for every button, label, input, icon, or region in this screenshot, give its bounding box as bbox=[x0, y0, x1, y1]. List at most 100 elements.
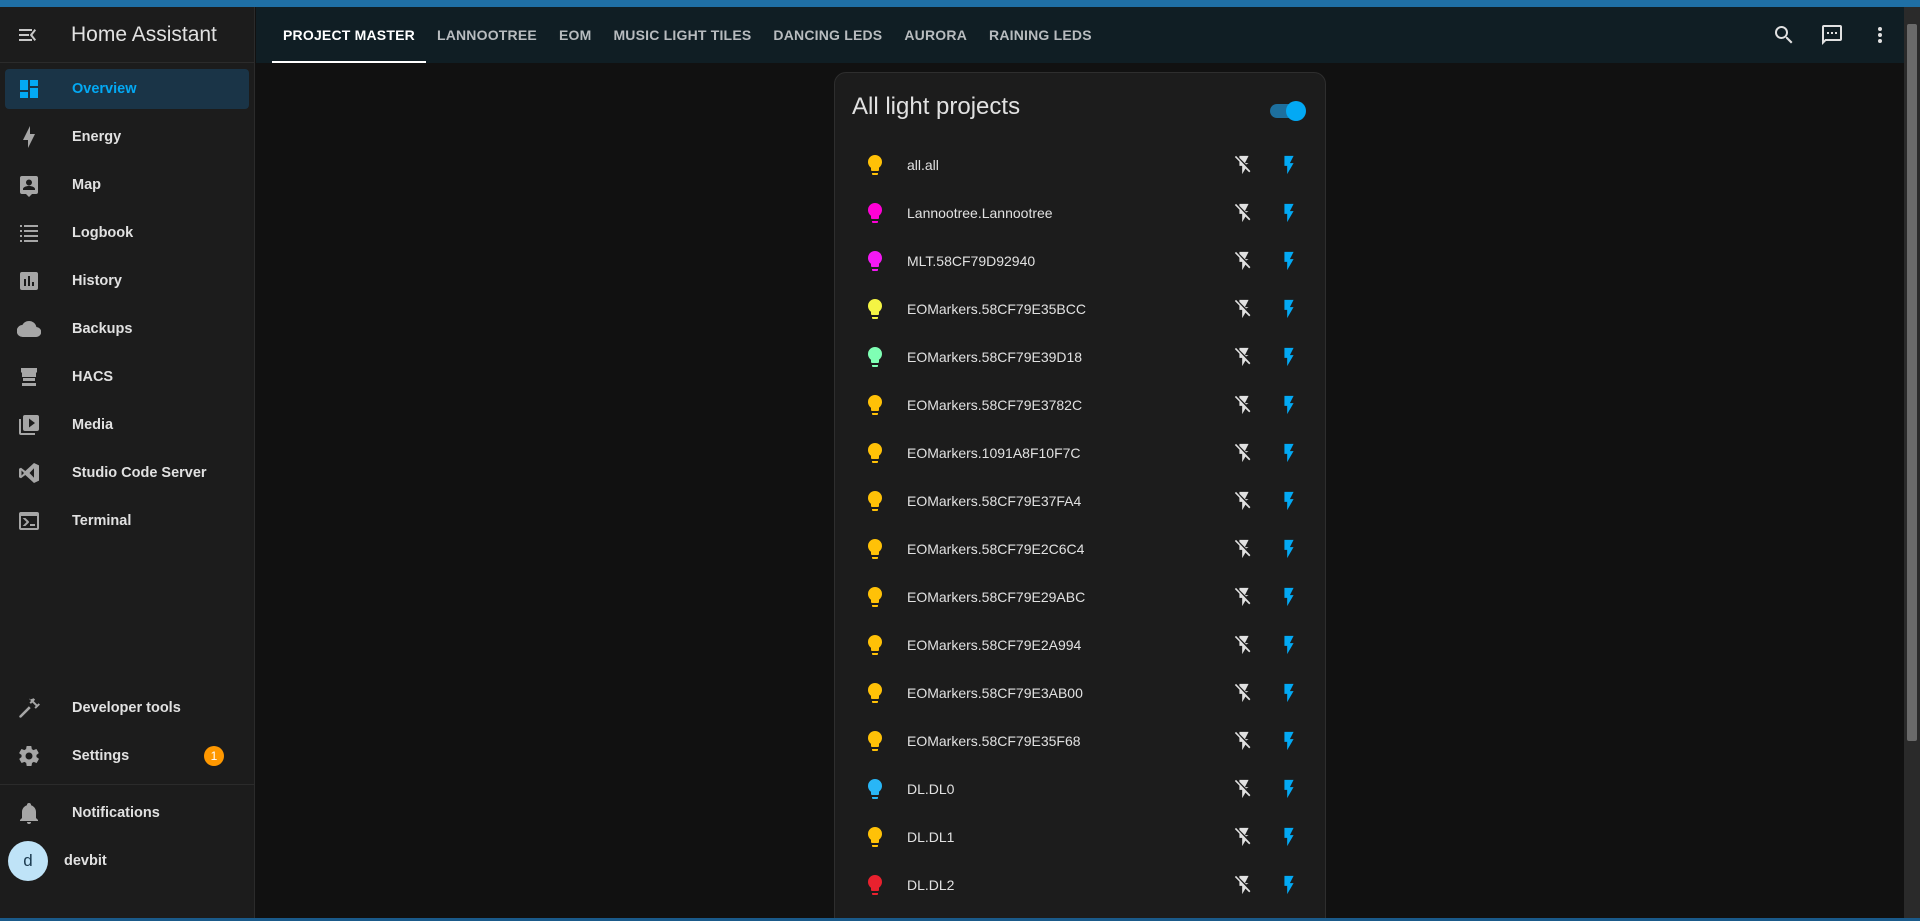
sidebar-item-terminal[interactable]: Terminal bbox=[5, 501, 249, 541]
turn-off-button[interactable] bbox=[1226, 627, 1262, 663]
turn-on-button[interactable] bbox=[1271, 867, 1307, 903]
list-item[interactable]: Lannootree.Lannootree bbox=[835, 189, 1325, 237]
turn-on-button[interactable] bbox=[1271, 723, 1307, 759]
lightbulb-icon[interactable] bbox=[863, 201, 887, 225]
turn-off-button[interactable] bbox=[1226, 243, 1262, 279]
turn-off-button[interactable] bbox=[1226, 435, 1262, 471]
entity-name[interactable]: DL.DL0 bbox=[907, 781, 954, 797]
list-item[interactable]: DL.DL2 bbox=[835, 861, 1325, 909]
entity-name[interactable]: EOMarkers.58CF79E2C6C4 bbox=[907, 541, 1084, 557]
lightbulb-icon[interactable] bbox=[863, 777, 887, 801]
lightbulb-icon[interactable] bbox=[863, 345, 887, 369]
sidebar-item-studio-code-server[interactable]: Studio Code Server bbox=[5, 453, 249, 493]
lightbulb-icon[interactable] bbox=[863, 873, 887, 897]
tab-dancing-leds[interactable]: DANCING LEDS bbox=[762, 7, 893, 63]
turn-off-button[interactable] bbox=[1226, 387, 1262, 423]
turn-off-button[interactable] bbox=[1226, 771, 1262, 807]
list-item[interactable]: MLT.58CF79D92940 bbox=[835, 237, 1325, 285]
list-item[interactable]: EOMarkers.58CF79E3782C bbox=[835, 381, 1325, 429]
entity-name[interactable]: EOMarkers.58CF79E35BCC bbox=[907, 301, 1086, 317]
entity-name[interactable]: EOMarkers.58CF79E29ABC bbox=[907, 589, 1085, 605]
entity-name[interactable]: EOMarkers.58CF79E3AB00 bbox=[907, 685, 1083, 701]
entity-name[interactable]: EOMarkers.58CF79E37FA4 bbox=[907, 493, 1081, 509]
lightbulb-icon[interactable] bbox=[863, 489, 887, 513]
sidebar-item-logbook[interactable]: Logbook bbox=[5, 213, 249, 253]
entity-name[interactable]: EOMarkers.58CF79E39D18 bbox=[907, 349, 1082, 365]
turn-on-button[interactable] bbox=[1271, 147, 1307, 183]
tab-raining-leds[interactable]: RAINING LEDS bbox=[978, 7, 1103, 63]
turn-on-button[interactable] bbox=[1271, 387, 1307, 423]
turn-off-button[interactable] bbox=[1226, 339, 1262, 375]
menu-toggle-icon[interactable] bbox=[0, 7, 56, 63]
tab-eom[interactable]: EOM bbox=[548, 7, 603, 63]
tab-project-master[interactable]: PROJECT MASTER bbox=[272, 7, 426, 63]
entity-name[interactable]: EOMarkers.58CF79E2A994 bbox=[907, 637, 1081, 653]
card-master-toggle[interactable] bbox=[1268, 99, 1306, 123]
entity-name[interactable]: EOMarkers.58CF79E3782C bbox=[907, 397, 1082, 413]
turn-on-button[interactable] bbox=[1271, 627, 1307, 663]
entity-name[interactable]: MLT.58CF79D92940 bbox=[907, 253, 1035, 269]
sidebar-item-map[interactable]: Map bbox=[5, 165, 249, 205]
scrollbar-thumb[interactable] bbox=[1907, 24, 1917, 741]
turn-on-button[interactable] bbox=[1271, 531, 1307, 567]
lightbulb-icon[interactable] bbox=[863, 633, 887, 657]
lightbulb-icon[interactable] bbox=[863, 297, 887, 321]
turn-on-button[interactable] bbox=[1271, 483, 1307, 519]
turn-off-button[interactable] bbox=[1226, 867, 1262, 903]
sidebar-item-hacs[interactable]: HACS bbox=[5, 357, 249, 397]
sidebar-item-developer-tools[interactable]: Developer tools bbox=[5, 688, 249, 728]
entity-name[interactable]: Lannootree.Lannootree bbox=[907, 205, 1053, 221]
sidebar-item-notifications[interactable]: Notifications bbox=[5, 793, 249, 833]
lightbulb-icon[interactable] bbox=[863, 441, 887, 465]
turn-off-button[interactable] bbox=[1226, 723, 1262, 759]
list-item[interactable]: DL.DL0 bbox=[835, 765, 1325, 813]
sidebar-item-history[interactable]: History bbox=[5, 261, 249, 301]
sidebar-item-user[interactable]: d devbit bbox=[5, 841, 249, 881]
turn-off-button[interactable] bbox=[1226, 483, 1262, 519]
lightbulb-icon[interactable] bbox=[863, 249, 887, 273]
turn-off-button[interactable] bbox=[1226, 675, 1262, 711]
entity-name[interactable]: all.all bbox=[907, 157, 939, 173]
turn-off-button[interactable] bbox=[1226, 291, 1262, 327]
turn-on-button[interactable] bbox=[1271, 291, 1307, 327]
turn-off-button[interactable] bbox=[1226, 531, 1262, 567]
entity-name[interactable]: DL.DL2 bbox=[907, 877, 954, 893]
tab-aurora[interactable]: AURORA bbox=[893, 7, 978, 63]
turn-on-button[interactable] bbox=[1271, 339, 1307, 375]
list-item[interactable]: EOMarkers.58CF79E39D18 bbox=[835, 333, 1325, 381]
sidebar-item-settings[interactable]: Settings 1 bbox=[5, 736, 249, 776]
search-icon[interactable] bbox=[1760, 11, 1808, 59]
list-item[interactable]: EOMarkers.58CF79E2C6C4 bbox=[835, 525, 1325, 573]
lightbulb-icon[interactable] bbox=[863, 729, 887, 753]
turn-off-button[interactable] bbox=[1226, 579, 1262, 615]
sidebar-item-backups[interactable]: Backups bbox=[5, 309, 249, 349]
turn-on-button[interactable] bbox=[1271, 579, 1307, 615]
entity-name[interactable]: EOMarkers.58CF79E35F68 bbox=[907, 733, 1081, 749]
turn-on-button[interactable] bbox=[1271, 771, 1307, 807]
turn-on-button[interactable] bbox=[1271, 195, 1307, 231]
turn-off-button[interactable] bbox=[1226, 195, 1262, 231]
list-item[interactable]: EOMarkers.58CF79E3AB00 bbox=[835, 669, 1325, 717]
turn-on-button[interactable] bbox=[1271, 435, 1307, 471]
tab-music-light-tiles[interactable]: MUSIC LIGHT TILES bbox=[602, 7, 762, 63]
sidebar-item-media[interactable]: Media bbox=[5, 405, 249, 445]
lightbulb-icon[interactable] bbox=[863, 393, 887, 417]
tab-lannootree[interactable]: LANNOOTREE bbox=[426, 7, 548, 63]
list-item[interactable]: EOMarkers.58CF79E2A994 bbox=[835, 621, 1325, 669]
list-item[interactable]: EOMarkers.58CF79E37FA4 bbox=[835, 477, 1325, 525]
more-vertical-icon[interactable] bbox=[1856, 11, 1904, 59]
turn-on-button[interactable] bbox=[1271, 675, 1307, 711]
lightbulb-icon[interactable] bbox=[863, 825, 887, 849]
lightbulb-icon[interactable] bbox=[863, 537, 887, 561]
sidebar-item-overview[interactable]: Overview bbox=[5, 69, 249, 109]
turn-on-button[interactable] bbox=[1271, 819, 1307, 855]
entity-name[interactable]: EOMarkers.1091A8F10F7C bbox=[907, 445, 1081, 461]
assist-icon[interactable] bbox=[1808, 11, 1856, 59]
list-item[interactable]: DL.DL1 bbox=[835, 813, 1325, 861]
lightbulb-icon[interactable] bbox=[863, 153, 887, 177]
lightbulb-icon[interactable] bbox=[863, 681, 887, 705]
sidebar-item-energy[interactable]: Energy bbox=[5, 117, 249, 157]
turn-on-button[interactable] bbox=[1271, 243, 1307, 279]
list-item[interactable]: EOMarkers.58CF79E35BCC bbox=[835, 285, 1325, 333]
entity-name[interactable]: DL.DL1 bbox=[907, 829, 954, 845]
